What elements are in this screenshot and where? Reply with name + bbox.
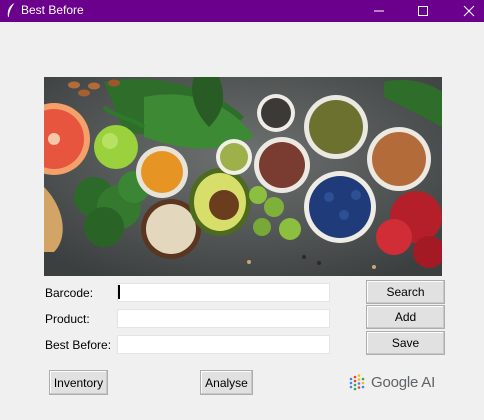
text-cursor (118, 285, 120, 299)
google-ai-dots-icon (349, 374, 365, 391)
window-title: Best Before (21, 3, 84, 17)
feather-icon (7, 2, 16, 18)
add-button[interactable]: Add (366, 305, 445, 329)
inventory-button[interactable]: Inventory (49, 370, 108, 395)
minimize-icon (374, 10, 384, 12)
best-before-field[interactable] (117, 335, 330, 354)
vegetables-banner (44, 77, 442, 276)
google-ai-logo: Google AI (349, 374, 435, 391)
product-label: Product: (45, 312, 90, 326)
barcode-label: Barcode: (45, 286, 94, 300)
maximize-button[interactable] (409, 0, 437, 22)
title-bar[interactable]: Best Before (0, 0, 484, 22)
product-field[interactable] (117, 309, 330, 328)
vegetables-illustration (44, 77, 442, 276)
minimize-button[interactable] (365, 0, 393, 22)
maximize-icon (418, 6, 428, 16)
close-button[interactable] (455, 0, 483, 22)
google-ai-text: Google AI (371, 374, 436, 391)
search-button[interactable]: Search (366, 280, 445, 304)
save-button[interactable]: Save (366, 331, 445, 355)
barcode-field[interactable] (117, 283, 330, 302)
best-before-label: Best Before: (45, 338, 112, 352)
analyse-button[interactable]: Analyse (200, 370, 253, 395)
close-icon (463, 5, 475, 17)
